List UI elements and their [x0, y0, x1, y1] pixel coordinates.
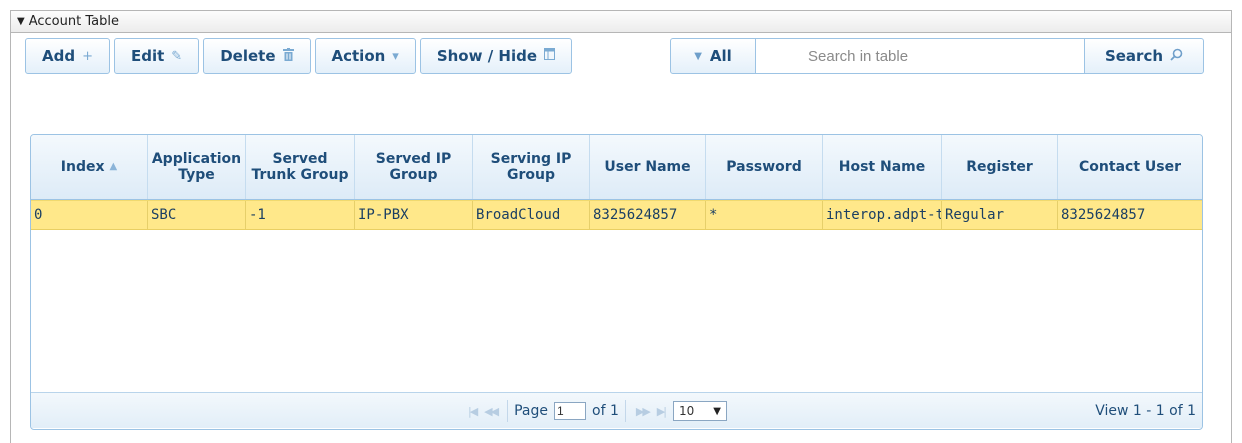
- table-toolbar: Add + Edit ✎ Delete Action ▾ Show / Hide: [25, 38, 576, 74]
- column-header-index[interactable]: Index ▲: [31, 135, 148, 199]
- pager-divider: [624, 400, 626, 422]
- page-size-value: 10: [678, 404, 695, 418]
- pager: |◀ ◀◀ Page of 1 ▶▶ ▶| 10 ▼: [464, 393, 727, 429]
- account-grid: Index ▲ Application Type Served Trunk Gr…: [30, 134, 1203, 430]
- next-page-icon[interactable]: ▶▶: [636, 405, 651, 418]
- cell-register: Regular: [942, 201, 1058, 229]
- previous-page-icon[interactable]: ◀◀: [484, 405, 499, 418]
- column-header-label: Host Name: [838, 159, 926, 175]
- cell-application-type: SBC: [148, 201, 246, 229]
- search-button-label: Search: [1104, 47, 1164, 65]
- column-header-label: Serving IP Group: [490, 151, 572, 183]
- search-group: ▼ All Search: [670, 38, 1204, 74]
- first-page-icon[interactable]: |◀: [468, 405, 478, 418]
- view-info: View 1 - 1 of 1: [1095, 403, 1196, 419]
- last-page-icon[interactable]: ▶|: [657, 405, 667, 418]
- pencil-icon: ✎: [171, 48, 183, 64]
- column-header-label: Served IP Group: [375, 151, 452, 183]
- page-number-input[interactable]: [554, 402, 586, 420]
- column-header-label: Contact User: [1079, 159, 1181, 175]
- add-button[interactable]: Add +: [25, 38, 110, 74]
- action-button-label: Action: [331, 47, 386, 65]
- column-header-serving-ip-group[interactable]: Serving IP Group: [473, 135, 590, 199]
- panel-title: Account Table: [28, 14, 119, 29]
- column-header-register[interactable]: Register: [942, 135, 1058, 199]
- cell-served-trunk-group: -1: [246, 201, 355, 229]
- search-filter-dropdown[interactable]: ▼ All: [670, 38, 756, 74]
- column-header-label: User Name: [604, 159, 691, 175]
- column-header-host-name[interactable]: Host Name: [823, 135, 942, 199]
- column-header-served-trunk-group[interactable]: Served Trunk Group: [246, 135, 355, 199]
- grid-footer: |◀ ◀◀ Page of 1 ▶▶ ▶| 10 ▼ View 1 - 1 of…: [31, 392, 1202, 428]
- column-header-contact-user[interactable]: Contact User: [1058, 135, 1202, 199]
- search-input[interactable]: [756, 38, 1084, 74]
- show-hide-button-label: Show / Hide: [436, 47, 538, 65]
- collapse-triangle-icon[interactable]: ▼: [17, 16, 25, 27]
- cell-index: 0: [31, 201, 148, 229]
- add-button-label: Add: [42, 47, 76, 65]
- grid-empty-area: [31, 230, 1202, 392]
- delete-button[interactable]: Delete: [203, 38, 311, 74]
- show-hide-button[interactable]: Show / Hide: [419, 38, 573, 74]
- column-header-application-type[interactable]: Application Type: [148, 135, 246, 199]
- trash-icon: [282, 47, 294, 65]
- column-header-label: Served Trunk Group: [251, 151, 349, 183]
- cell-served-ip-group: IP-PBX: [355, 201, 473, 229]
- cell-contact-user: 8325624857: [1061, 207, 1146, 223]
- caret-down-icon: ▼: [694, 50, 702, 62]
- search-icon: [1170, 48, 1183, 65]
- action-dropdown-button[interactable]: Action ▾: [314, 38, 416, 74]
- edit-button-label: Edit: [131, 47, 165, 65]
- edit-button[interactable]: Edit ✎: [114, 38, 200, 74]
- column-header-password[interactable]: Password: [706, 135, 823, 199]
- grid-header: Index ▲ Application Type Served Trunk Gr…: [31, 135, 1202, 200]
- search-filter-label: All: [709, 47, 732, 65]
- pager-divider: [507, 400, 509, 422]
- delete-button-label: Delete: [220, 47, 276, 65]
- column-header-label: Index: [60, 159, 105, 175]
- columns-icon: [544, 48, 556, 64]
- caret-down-icon: ▾: [392, 48, 399, 64]
- cell-host-name: interop.adpt-tech.com: [823, 201, 942, 229]
- page-label: Page: [514, 403, 548, 419]
- cell-user-name: 8325624857: [590, 201, 706, 229]
- search-button[interactable]: Search: [1084, 38, 1204, 74]
- page-size-select[interactable]: 10 ▼: [672, 401, 727, 421]
- column-header-served-ip-group[interactable]: Served IP Group: [355, 135, 473, 199]
- plus-icon: +: [82, 48, 93, 64]
- table-row[interactable]: 0 SBC -1 IP-PBX BroadCloud 8325624857 * …: [31, 200, 1202, 230]
- column-header-label: Register: [966, 159, 1033, 175]
- cell-serving-ip-group: BroadCloud: [473, 201, 590, 229]
- panel-header[interactable]: ▼ Account Table: [11, 11, 1231, 33]
- sort-ascending-icon: ▲: [109, 161, 118, 172]
- column-header-label: Password: [726, 159, 802, 175]
- column-header-label: Application Type: [151, 151, 242, 183]
- page-count-label: of 1: [592, 403, 619, 419]
- column-header-user-name[interactable]: User Name: [590, 135, 706, 199]
- dropdown-arrow-icon: ▼: [713, 405, 721, 417]
- cell-password: *: [706, 201, 823, 229]
